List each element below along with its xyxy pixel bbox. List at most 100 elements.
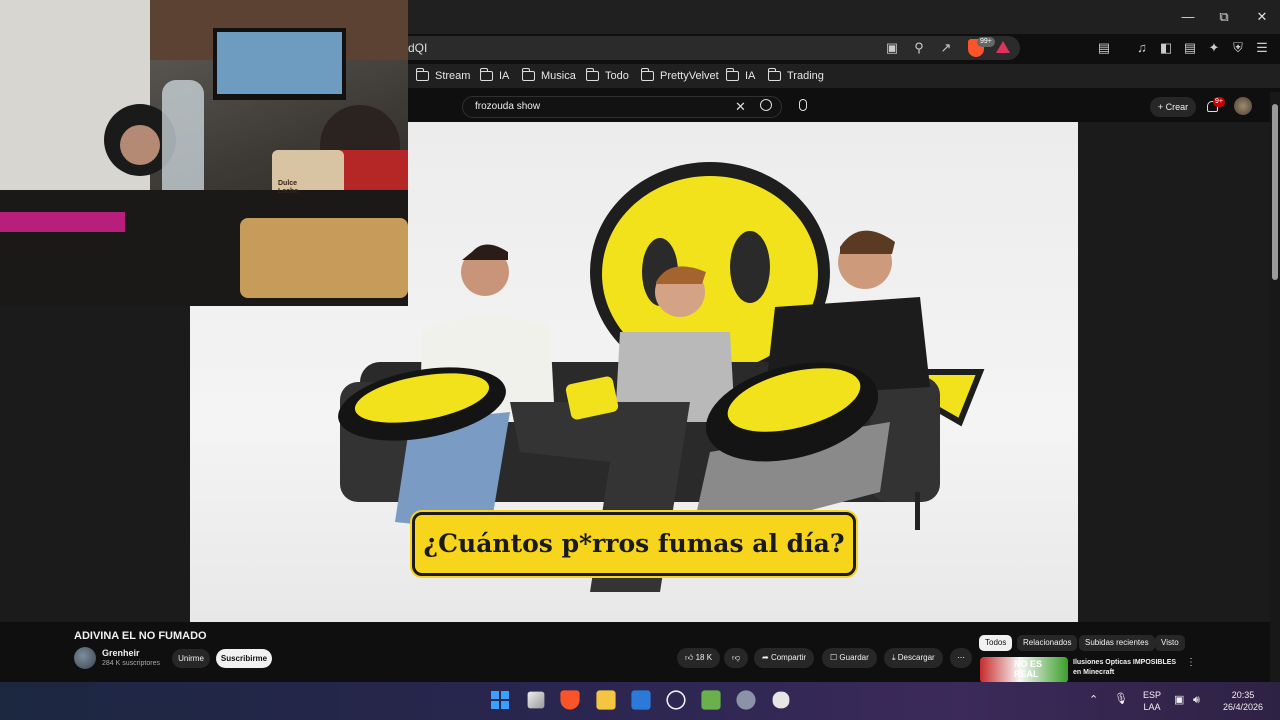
bookmark-folder[interactable]: Trading (767, 68, 824, 84)
bookmark-label: Trading (787, 70, 824, 82)
tab-search-icon[interactable]: ▤ (1095, 39, 1113, 57)
cast-icon[interactable]: ▣ (883, 39, 901, 57)
like-count: 18 K (695, 653, 713, 662)
crackers-plate (240, 218, 408, 298)
rgb-keyboard (0, 212, 125, 232)
bookmark-folder[interactable]: IA (725, 68, 756, 84)
folder-icon (415, 68, 429, 81)
close-window-icon[interactable]: ✕ (1250, 6, 1274, 28)
bookmark-folder[interactable]: PrettyVelvet (640, 68, 719, 84)
menu-icon[interactable]: ☰ (1253, 39, 1271, 57)
chip-watched[interactable]: Visto (1155, 635, 1185, 651)
person-left-face (120, 125, 160, 165)
join-button[interactable]: Unirme (172, 649, 210, 668)
bookmark-label: Musica (541, 70, 576, 82)
keyboard-layout: LAA (1143, 702, 1161, 712)
save-label: Guardar (839, 653, 869, 662)
download-icon: ⤓ (892, 653, 896, 662)
settings-icon[interactable] (736, 690, 756, 710)
app-circle-icon[interactable] (666, 690, 686, 710)
minimize-icon[interactable]: — (1176, 6, 1200, 28)
folder-icon (767, 68, 781, 81)
folder-icon (585, 68, 599, 81)
share-icon[interactable]: ↗ (937, 39, 955, 57)
smiley-eye-right (730, 231, 770, 303)
clock-date: 26/4/2026 (1222, 702, 1264, 712)
save-button[interactable]: ☐ Guardar (822, 648, 877, 668)
bookmark-label: PrettyVelvet (660, 70, 719, 82)
leo-ai-icon[interactable]: ✦ (1205, 39, 1223, 57)
task-view-icon[interactable] (527, 691, 545, 709)
chip-recent-uploads[interactable]: Subidas recientes (1079, 635, 1155, 651)
start-icon[interactable] (488, 688, 512, 712)
sidebar-icon[interactable]: ◧ (1157, 39, 1175, 57)
chip-all[interactable]: Todos (979, 635, 1013, 651)
suggestion-menu-icon[interactable]: ⋮ (1186, 657, 1196, 668)
suggestion-title[interactable]: Ilusiones Opticas IMPOSIBLES en Minecraf… (1073, 658, 1183, 678)
player-letterbox-left (0, 306, 190, 622)
video-caption: ¿Cuántos p*rros fumas al día? (412, 512, 856, 576)
jar-label: Dulce Leche (278, 180, 299, 195)
thumbs-up-icon: 👍︎ (685, 653, 694, 662)
create-label: Crear (1165, 102, 1189, 112)
bookmark-folder[interactable]: Todo (585, 68, 629, 84)
bookmark-folder[interactable]: Musica (521, 68, 576, 84)
create-button[interactable]: + Crear (1150, 97, 1196, 117)
brave-taskbar-icon[interactable] (560, 690, 580, 710)
microphone-icon[interactable] (799, 99, 807, 111)
tv-screen (217, 32, 342, 94)
language-indicator[interactable]: ESP LAA (1141, 689, 1163, 713)
bookmark-label: Todo (605, 70, 629, 82)
more-actions-button[interactable]: ⋯ (950, 648, 972, 668)
volume-icon[interactable]: 🔊︎ (1193, 694, 1200, 706)
suggestion-thumbnail[interactable]: NO ES REAL (980, 657, 1068, 683)
webcam-overlay: Dulce Leche (0, 0, 408, 306)
store-icon[interactable] (631, 690, 651, 710)
zoom-icon[interactable]: ⚲ (910, 39, 928, 57)
more-dots-icon: ⋯ (957, 653, 965, 662)
couch-leg (915, 492, 920, 530)
file-explorer-icon[interactable] (596, 690, 616, 710)
extension-badge: 99+ (977, 37, 995, 47)
share-label: Compartir (770, 653, 807, 662)
bookmark-icon: ☐ (830, 653, 838, 662)
vpn-icon[interactable]: ⛨ (1229, 39, 1247, 57)
music-icon[interactable]: ♫ (1133, 39, 1151, 57)
search-icon[interactable] (760, 99, 772, 111)
bookmark-label: Stream (435, 70, 471, 82)
brave-rewards-icon[interactable] (996, 41, 1010, 53)
folder-icon (640, 68, 654, 81)
clock-time: 20:35 (1231, 690, 1255, 700)
download-button[interactable]: ⤓ Descargar (884, 648, 943, 668)
folder-icon (479, 68, 493, 81)
network-icon[interactable]: ▣ (1174, 694, 1184, 706)
clear-search-icon[interactable]: ✕ (735, 99, 746, 115)
notification-badge: 9+ (1213, 97, 1225, 107)
app-icon[interactable] (772, 691, 790, 709)
android-app-icon[interactable] (701, 690, 721, 710)
bookmark-folder[interactable]: Stream (415, 68, 471, 84)
bookmark-label: IA (499, 70, 510, 82)
channel-avatar[interactable] (74, 647, 96, 669)
like-button[interactable]: 👍︎ 18 K (677, 648, 721, 668)
clock[interactable]: 20:35 26/4/2026 (1218, 689, 1268, 713)
download-label: Descargar (897, 653, 935, 662)
channel-name[interactable]: Grenheir (102, 648, 140, 658)
language-code: ESP (1142, 690, 1161, 700)
thumbnail-text: NO ES REAL (1014, 659, 1043, 679)
tray-overflow-icon[interactable]: ⌃ (1089, 694, 1098, 706)
account-avatar[interactable] (1234, 97, 1252, 115)
bookmark-label: IA (745, 70, 756, 82)
microphone-tray-icon[interactable]: 🎙︎ (1114, 693, 1128, 705)
restore-icon[interactable]: ⧉ (1212, 6, 1236, 28)
subscribe-button[interactable]: Suscribirme (216, 649, 272, 668)
wallet-icon[interactable]: ▤ (1181, 39, 1199, 57)
dislike-button[interactable]: 👎︎ (724, 648, 749, 668)
thumbs-down-icon: 👎︎ (732, 653, 741, 662)
share-button[interactable]: ➦ Compartir (754, 648, 815, 668)
webcam-scene (0, 0, 408, 306)
search-input[interactable]: frozouda show (462, 96, 782, 118)
scrollbar-thumb[interactable] (1272, 104, 1278, 280)
chip-related[interactable]: Relacionados (1017, 635, 1078, 651)
bookmark-folder[interactable]: IA (479, 68, 510, 84)
